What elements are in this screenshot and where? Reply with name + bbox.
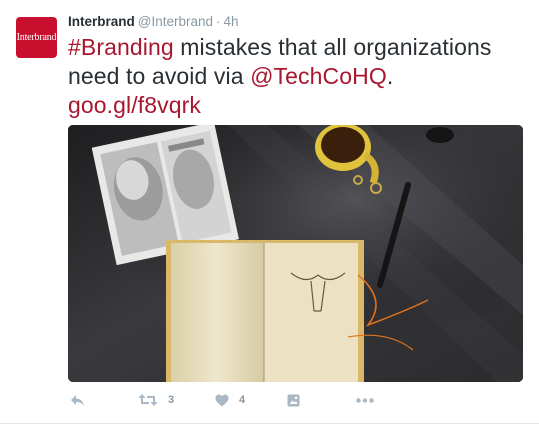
media-share-icon bbox=[287, 394, 300, 406]
separator-dot: · bbox=[216, 14, 221, 29]
retweet-button[interactable]: 3 bbox=[138, 390, 174, 410]
photo-illustration bbox=[68, 125, 523, 382]
retweet-icon bbox=[138, 394, 158, 406]
reply-button[interactable] bbox=[70, 390, 85, 410]
author-handle[interactable]: @Interbrand bbox=[138, 14, 213, 29]
tweet-photo[interactable] bbox=[68, 125, 523, 382]
more-button[interactable] bbox=[356, 390, 374, 410]
like-button[interactable]: 4 bbox=[215, 390, 245, 410]
timestamp[interactable]: 4h bbox=[224, 14, 239, 29]
tweet-period: . bbox=[386, 63, 394, 89]
hashtag-link[interactable]: #Branding bbox=[68, 34, 174, 60]
tweet-text: #Branding mistakes that all organization… bbox=[68, 33, 528, 120]
retweet-count: 3 bbox=[168, 394, 175, 406]
tweet-actions: 3 4 bbox=[68, 390, 528, 410]
author-name[interactable]: Interbrand bbox=[68, 14, 135, 29]
url-link[interactable]: goo.gl/f8vqrk bbox=[68, 92, 201, 118]
heart-icon bbox=[215, 394, 229, 406]
reply-icon bbox=[71, 394, 84, 406]
avatar[interactable]: Interbrand bbox=[16, 17, 57, 58]
more-icon bbox=[356, 397, 374, 403]
tweet-header: Interbrand @Interbrand · 4h bbox=[68, 13, 239, 31]
tweet-card[interactable]: Interbrand Interbrand @Interbrand · 4h #Bra… bbox=[0, 0, 539, 424]
like-count: 4 bbox=[239, 394, 246, 406]
media-share-button[interactable] bbox=[287, 390, 300, 410]
avatar-logo-text: Interbrand bbox=[16, 32, 57, 43]
mention-link[interactable]: @TechCoHQ bbox=[250, 63, 387, 89]
